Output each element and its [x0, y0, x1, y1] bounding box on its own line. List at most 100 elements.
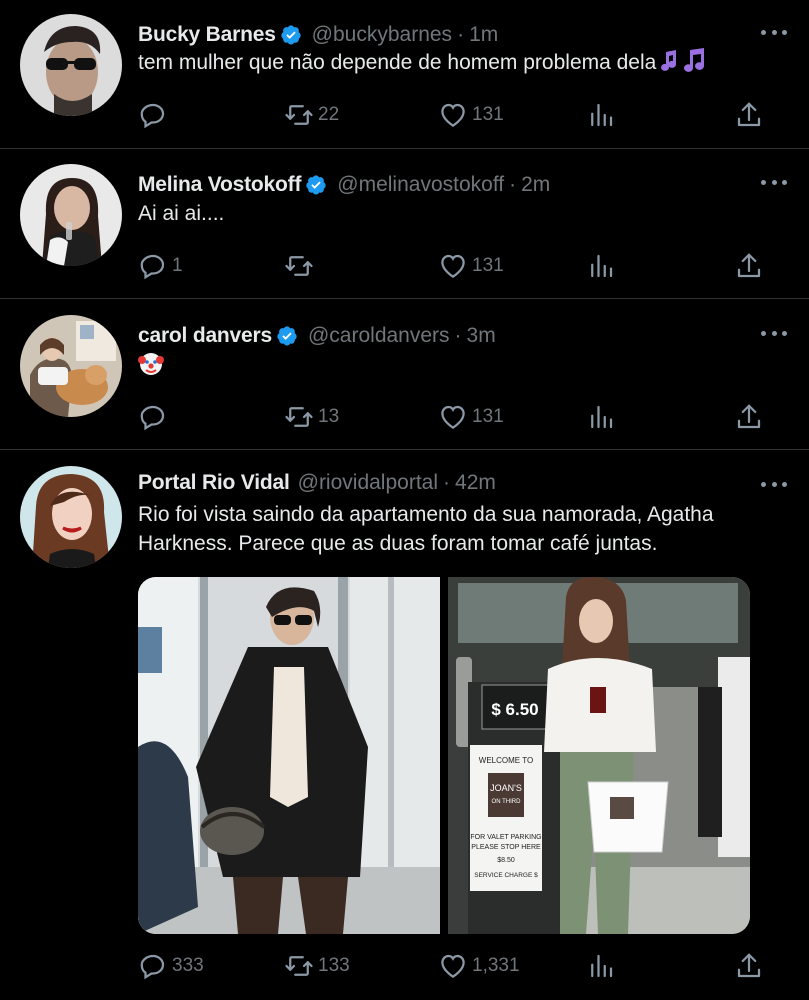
- share-button[interactable]: [734, 949, 764, 983]
- timestamp[interactable]: 3m: [467, 324, 496, 348]
- reply-button[interactable]: 333: [138, 949, 204, 983]
- analytics-button[interactable]: [586, 949, 616, 983]
- retweet-icon: [285, 956, 313, 976]
- more-options-icon[interactable]: [761, 178, 787, 186]
- tweet-text: Rio foi vista saindo da apartamento da s…: [138, 500, 769, 558]
- sign-brand-line1: JOAN'S: [490, 783, 522, 793]
- tweet-actions: 13 131: [138, 400, 778, 434]
- tweet-header: Melina Vostokoff @melinavostokoff · 2m: [138, 170, 550, 200]
- price-sign-text: $ 6.50: [491, 700, 538, 719]
- separator-dot: ·: [443, 471, 451, 494]
- tweet-text: tem mulher que não depende de homem prob…: [138, 48, 769, 77]
- avatar[interactable]: [20, 164, 122, 266]
- share-icon: [737, 253, 761, 278]
- reply-count: 1: [172, 255, 183, 276]
- musical-notes-emoji-icon: [661, 48, 705, 72]
- timestamp[interactable]: 42m: [455, 471, 496, 495]
- tweet-actions: 333 133 1,331: [138, 949, 778, 983]
- avatar[interactable]: [20, 315, 122, 417]
- retweet-icon: [285, 407, 313, 427]
- retweet-button[interactable]: [284, 249, 318, 283]
- tweet-header: carol danvers @caroldanvers · 3m: [138, 321, 496, 351]
- sign-service-text: SERVICE CHARGE $: [474, 872, 538, 879]
- heart-icon: [441, 254, 465, 278]
- like-button[interactable]: 131: [438, 249, 504, 283]
- analytics-button[interactable]: [586, 400, 616, 434]
- heart-icon: [441, 103, 465, 127]
- like-button[interactable]: 1,331: [438, 949, 520, 983]
- media-gap: [440, 577, 448, 934]
- reply-icon: [140, 103, 165, 129]
- share-button[interactable]: [734, 249, 764, 283]
- display-name[interactable]: Bucky Barnes: [138, 23, 276, 47]
- reply-icon: [140, 405, 165, 431]
- avatar[interactable]: [20, 466, 122, 568]
- analytics-icon: [591, 954, 613, 978]
- share-icon: [737, 102, 761, 127]
- separator-dot: ·: [457, 23, 465, 46]
- share-icon: [737, 953, 761, 978]
- retweet-button[interactable]: 133: [284, 949, 350, 983]
- tweet-media[interactable]: $ 6.50 WELCOME TO JOAN'S ON THIRD FOR VA…: [138, 577, 750, 934]
- tweet-3[interactable]: carol danvers @caroldanvers · 3m 13 131: [0, 299, 809, 450]
- timestamp[interactable]: 1m: [469, 23, 498, 47]
- sign-price-small: $8.50: [497, 857, 515, 864]
- like-count: 1,331: [472, 955, 520, 976]
- reply-icon: [140, 254, 165, 280]
- reply-button[interactable]: 1: [138, 249, 183, 283]
- share-icon: [737, 404, 761, 429]
- reply-count: 333: [172, 955, 204, 976]
- user-handle[interactable]: @riovidalportal: [298, 471, 438, 495]
- tweet-text: Ai ai ai....: [138, 199, 769, 228]
- display-name[interactable]: carol danvers: [138, 324, 272, 348]
- verified-badge-icon: [281, 25, 301, 45]
- display-name[interactable]: Melina Vostokoff: [138, 173, 301, 197]
- clown-face-emoji-icon: [138, 353, 164, 375]
- share-button[interactable]: [734, 98, 764, 132]
- tweet-text-content: tem mulher que não depende de homem prob…: [138, 51, 657, 74]
- sign-brand-line2: ON THIRD: [492, 799, 522, 805]
- like-button[interactable]: 131: [438, 98, 504, 132]
- user-handle[interactable]: @buckybarnes: [312, 23, 452, 47]
- retweet-button[interactable]: 13: [284, 400, 339, 434]
- analytics-icon: [591, 405, 613, 429]
- tweet-text: [138, 351, 769, 380]
- verified-badge-icon: [306, 175, 326, 195]
- tweet-4[interactable]: Portal Rio Vidal @riovidalportal · 42m R…: [0, 450, 809, 1000]
- more-options-icon[interactable]: [761, 480, 787, 488]
- retweet-button[interactable]: 22: [284, 98, 339, 132]
- reply-button[interactable]: [138, 98, 172, 132]
- tweet-text-content: Ai ai ai....: [138, 202, 225, 225]
- media-photo-right[interactable]: $ 6.50 WELCOME TO JOAN'S ON THIRD FOR VA…: [448, 577, 750, 934]
- separator-dot: ·: [509, 173, 517, 196]
- verified-badge-icon: [277, 326, 297, 346]
- media-photo-left[interactable]: [138, 577, 440, 934]
- separator-dot: ·: [454, 324, 462, 347]
- like-button[interactable]: 131: [438, 400, 504, 434]
- tweet-1[interactable]: Bucky Barnes @buckybarnes · 1m tem mulhe…: [0, 0, 809, 149]
- sign-valet-line1: FOR VALET PARKING: [470, 834, 541, 841]
- retweet-icon: [285, 105, 313, 125]
- timestamp[interactable]: 2m: [521, 173, 550, 197]
- sign-welcome-text: WELCOME TO: [479, 756, 533, 765]
- user-handle[interactable]: @caroldanvers: [308, 324, 450, 348]
- tweet-actions: 1 131: [138, 249, 778, 283]
- avatar[interactable]: [20, 14, 122, 116]
- tweet-2[interactable]: Melina Vostokoff @melinavostokoff · 2m A…: [0, 149, 809, 299]
- analytics-button[interactable]: [586, 98, 616, 132]
- sign-valet-line2: PLEASE STOP HERE: [471, 844, 541, 851]
- more-options-icon[interactable]: [761, 329, 787, 337]
- reply-icon: [140, 954, 165, 980]
- share-button[interactable]: [734, 400, 764, 434]
- display-name[interactable]: Portal Rio Vidal: [138, 471, 290, 495]
- analytics-button[interactable]: [586, 249, 616, 283]
- like-count: 131: [472, 255, 504, 276]
- heart-icon: [441, 405, 465, 429]
- retweet-count: 13: [318, 406, 340, 427]
- more-options-icon[interactable]: [761, 28, 787, 36]
- reply-button[interactable]: [138, 400, 172, 434]
- user-handle[interactable]: @melinavostokoff: [337, 173, 504, 197]
- tweet-header: Bucky Barnes @buckybarnes · 1m: [138, 20, 498, 50]
- tweet-actions: 22 131: [138, 98, 778, 132]
- analytics-icon: [591, 103, 613, 127]
